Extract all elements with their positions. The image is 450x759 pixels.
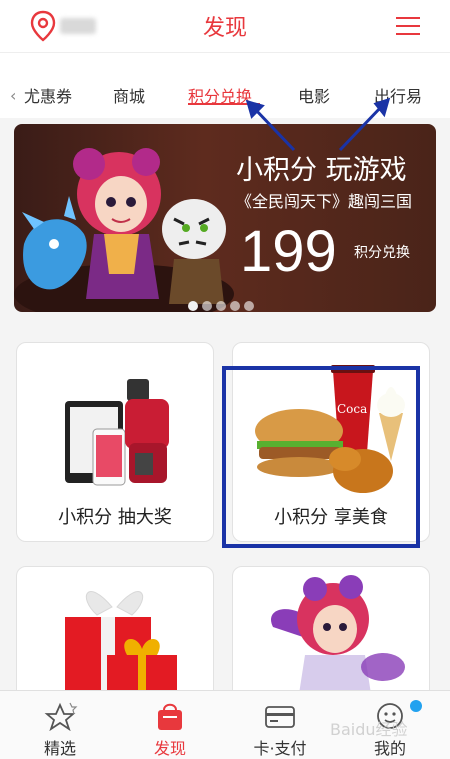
- pager-dot[interactable]: [202, 301, 212, 311]
- banner-headline: 小积分 玩游戏: [236, 155, 407, 186]
- banner-points-unit: 积分兑换: [354, 245, 410, 261]
- shopping-bag-icon: [158, 703, 182, 730]
- promo-banner[interactable]: 小积分 玩游戏 《全民闯天下》趣闯三国 199 积分兑换: [14, 124, 436, 312]
- card-label: 小积分 抽大奖: [58, 507, 172, 528]
- page-title: 发现: [202, 16, 247, 41]
- svg-text:Coca: Coca: [337, 402, 367, 416]
- notification-badge: [410, 700, 422, 712]
- chevron-left-icon[interactable]: ‹: [10, 86, 16, 105]
- electronics-prize-icon: [65, 379, 169, 486]
- menu-icon[interactable]: [396, 17, 420, 35]
- burger-meal-icon: Coca: [255, 365, 405, 493]
- banner-points-number: 199: [240, 219, 337, 284]
- active-tab-indicator: [188, 103, 260, 105]
- pager-dot[interactable]: [244, 301, 254, 311]
- nav-label: 发现: [153, 739, 186, 758]
- watermark: Baidu经验: [330, 720, 408, 739]
- header-bar: 发现: [0, 0, 450, 52]
- nav-card-pay[interactable]: 卡·支付: [224, 691, 336, 759]
- card-food[interactable]: Coca 小积分 享美食: [232, 342, 430, 542]
- tab-travel[interactable]: 出行易: [374, 83, 422, 107]
- tab-mall[interactable]: 商城: [113, 83, 145, 107]
- game-characters-illustration: [14, 148, 234, 312]
- card-gift[interactable]: [16, 566, 214, 706]
- nav-label: 卡·支付: [253, 739, 307, 758]
- pager-dot[interactable]: [188, 301, 198, 311]
- card-icon: [265, 706, 295, 728]
- card-label: 小积分 享美食: [274, 507, 388, 528]
- gift-box-icon: [65, 591, 177, 705]
- pager-dot[interactable]: [216, 301, 226, 311]
- star-icon: [44, 702, 78, 731]
- category-tabs: ‹ 尤惠券 商城 积分兑换 电影 出行易: [0, 52, 450, 118]
- card-lottery[interactable]: 小积分 抽大奖: [16, 342, 214, 542]
- pager-dot[interactable]: [230, 301, 240, 311]
- nav-discover[interactable]: 发现: [114, 691, 226, 759]
- tab-coupons[interactable]: 尤惠券: [24, 83, 72, 107]
- banner-pager: [188, 296, 258, 312]
- banner-subtitle: 《全民闯天下》趣闯三国: [236, 192, 413, 211]
- game-character-icon: [271, 575, 405, 705]
- nav-featured[interactable]: 精选: [4, 691, 116, 759]
- nav-label: 精选: [43, 739, 76, 758]
- card-game[interactable]: [232, 566, 430, 706]
- tab-movies[interactable]: 电影: [298, 83, 330, 107]
